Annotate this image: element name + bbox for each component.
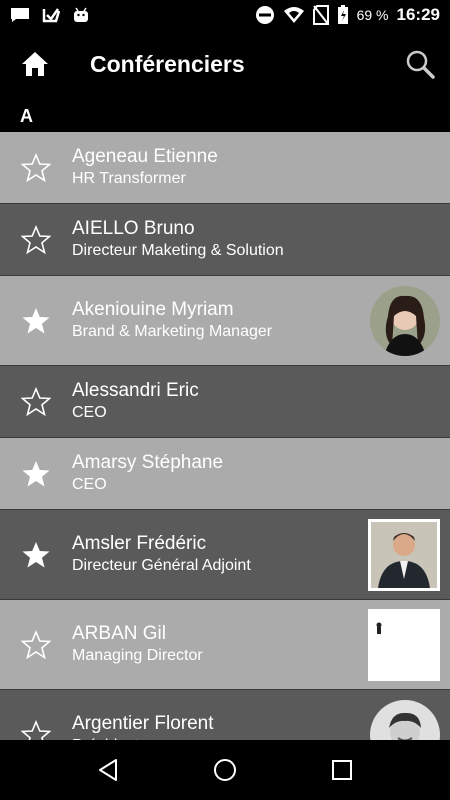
favorite-toggle[interactable] [0, 306, 72, 336]
battery-icon [337, 5, 348, 24]
no-sim-icon [312, 5, 329, 25]
clock: 16:29 [396, 5, 440, 24]
favorite-toggle[interactable] [0, 224, 72, 255]
list-item[interactable]: Alessandri Eric CEO [0, 366, 450, 438]
star-filled-icon [22, 541, 50, 567]
speaker-name: ARBAN Gil [72, 622, 166, 644]
favorite-toggle[interactable] [0, 629, 72, 660]
list-item[interactable]: AIELLO Bruno Directeur Maketing & Soluti… [0, 204, 450, 276]
star-outline-icon [21, 629, 51, 659]
star-filled-icon [22, 460, 50, 486]
circle-home-icon [213, 759, 236, 781]
speaker-role: Managing Director [72, 646, 203, 664]
home-nav-button[interactable] [200, 745, 250, 795]
square-recents-icon [331, 760, 352, 780]
app-bar: Conférenciers [0, 30, 450, 98]
speaker-role: HR Transformer [72, 169, 186, 187]
star-outline-icon [21, 719, 51, 740]
star-outline-icon [21, 152, 51, 182]
battery-percent: 69 % [356, 7, 389, 23]
list-item[interactable]: Amarsy Stéphane CEO [0, 438, 450, 510]
speaker-photo [370, 699, 440, 740]
section-header: A [0, 98, 450, 132]
speaker-photo [370, 285, 440, 356]
search-button[interactable] [390, 30, 450, 98]
star-filled-icon [22, 307, 50, 333]
star-outline-icon [21, 224, 51, 254]
favorite-toggle[interactable] [0, 152, 72, 183]
list-item[interactable]: Amsler Frédéric Directeur Général Adjoin… [0, 510, 450, 600]
speaker-role: Brand & Marketing Manager [72, 322, 273, 340]
list-item[interactable]: Akeniouine Myriam Brand & Marketing Mana… [0, 276, 450, 366]
android-icon [74, 7, 88, 22]
speaker-role: Directeur Général Adjoint [72, 556, 251, 574]
speaker-photo [368, 608, 440, 681]
speaker-name: Amarsy Stéphane [72, 451, 224, 473]
speaker-name: Akeniouine Myriam [72, 298, 234, 320]
speaker-name: AIELLO Bruno [72, 217, 195, 239]
list-item[interactable]: ARBAN Gil Managing Director [0, 600, 450, 690]
speaker-photo [368, 518, 440, 591]
favorite-toggle[interactable] [0, 540, 72, 570]
speaker-name: Amsler Frédéric [72, 532, 207, 554]
message-icon [11, 8, 29, 22]
speaker-role: CEO [72, 475, 107, 493]
list-item[interactable]: Argentier Florent Président [0, 690, 450, 740]
speaker-role: Directeur Maketing & Solution [72, 241, 284, 259]
home-icon [22, 52, 48, 76]
dnd-icon [255, 6, 274, 24]
favorite-toggle[interactable] [0, 719, 72, 740]
list-item[interactable]: Ageneau Etienne HR Transformer [0, 132, 450, 204]
page-title: Conférenciers [90, 50, 245, 77]
favorite-toggle[interactable] [0, 459, 72, 489]
speaker-list[interactable]: Ageneau Etienne HR Transformer AIELLO Br… [0, 132, 450, 740]
wifi-icon [283, 7, 304, 23]
speaker-name: Ageneau Etienne [72, 145, 218, 167]
home-button[interactable] [0, 30, 70, 98]
speaker-role: CEO [72, 403, 107, 421]
back-icon [99, 759, 118, 781]
speaker-name: Argentier Florent [72, 712, 214, 734]
recents-button[interactable] [317, 745, 367, 795]
back-button[interactable] [83, 745, 133, 795]
star-outline-icon [21, 386, 51, 416]
search-icon [406, 50, 435, 79]
status-bar: 69 % 16:29 [0, 0, 450, 30]
speaker-name: Alessandri Eric [72, 379, 199, 401]
navigation-bar [0, 740, 450, 800]
check-icon [42, 8, 60, 23]
favorite-toggle[interactable] [0, 386, 72, 417]
